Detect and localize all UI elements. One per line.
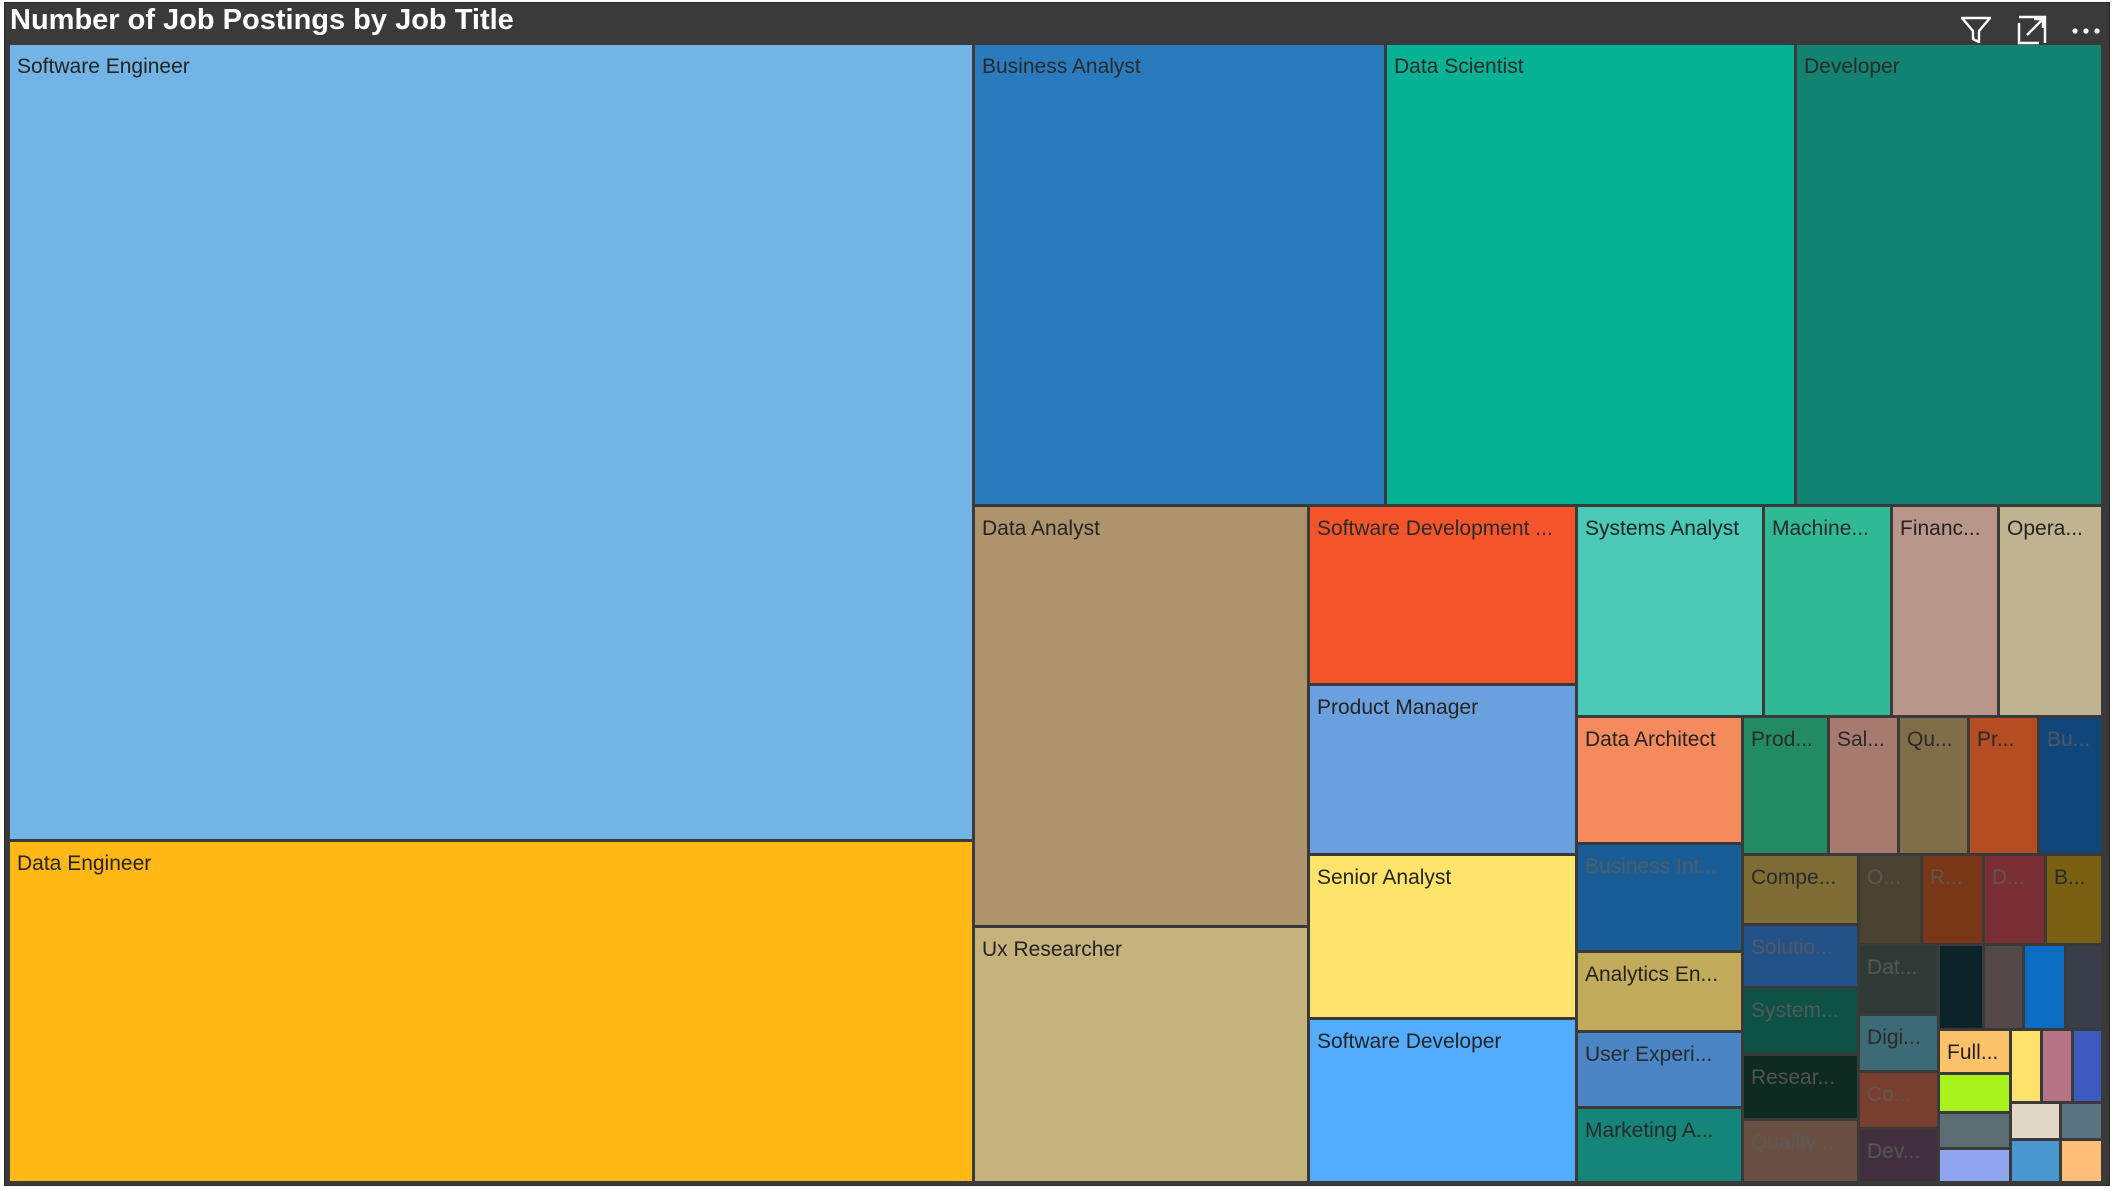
tile-systems-analyst[interactable]: Systems Analyst [1578, 507, 1765, 718]
tile-label: Data Analyst [982, 517, 1100, 540]
tile-label: Machine... [1772, 517, 1869, 540]
tile-business-analyst[interactable]: Business Analyst [975, 45, 1387, 507]
tile-label: Financ... [1900, 517, 1981, 540]
tile-senior-analyst[interactable]: Senior Analyst [1310, 856, 1578, 1020]
tile-label: Dat... [1867, 956, 1918, 979]
tile-resear[interactable]: Resear... [1744, 1056, 1860, 1121]
tile-label: Quality ... [1751, 1131, 1840, 1154]
tile-label: Qu... [1907, 728, 1953, 751]
tile-label: B... [2054, 866, 2086, 889]
tile-unlabeled-40[interactable] [2025, 946, 2067, 1031]
tile-system[interactable]: System... [1744, 989, 1860, 1056]
tile-bu[interactable]: Bu... [2040, 718, 2104, 856]
tile-unlabeled-49[interactable] [2012, 1104, 2062, 1141]
tile-unlabeled-48[interactable] [1940, 1150, 2012, 1184]
tile-label: Product Manager [1317, 696, 1479, 719]
tile-machine[interactable]: Machine... [1765, 507, 1893, 718]
tile-unlabeled-38[interactable] [1940, 946, 1985, 1031]
tile-label: Opera... [2007, 517, 2083, 540]
tile-label: Sal... [1837, 728, 1885, 751]
tile-label: Software Developer [1317, 1030, 1502, 1053]
tile-label: Data Scientist [1394, 55, 1524, 78]
tile-ux-researcher[interactable]: Ux Researcher [975, 928, 1310, 1184]
tile-co[interactable]: Co... [1860, 1073, 1940, 1130]
tile-digi[interactable]: Digi... [1860, 1016, 1940, 1073]
tile-software-development[interactable]: Software Development ... [1310, 507, 1578, 686]
tile-compe[interactable]: Compe... [1744, 856, 1860, 926]
tile-unlabeled-41[interactable] [2067, 946, 2104, 1031]
tile-label: User Experi... [1585, 1043, 1713, 1066]
tile-d[interactable]: D... [1985, 856, 2047, 946]
tile-opera[interactable]: Opera... [2000, 507, 2104, 718]
tile-dat[interactable]: Dat... [1860, 946, 1940, 1016]
tile-label: System... [1751, 999, 1839, 1022]
tile-qu[interactable]: Qu... [1900, 718, 1970, 856]
tile-label: Software Engineer [17, 55, 190, 78]
tile-label: Analytics En... [1585, 963, 1719, 986]
tile-pr[interactable]: Pr... [1970, 718, 2040, 856]
tile-prod[interactable]: Prod... [1744, 718, 1830, 856]
tile-label: Systems Analyst [1585, 517, 1740, 540]
tile-label: Marketing A... [1585, 1119, 1714, 1142]
treemap-area: Software Engineer Data Engineer Business A… [0, 0, 2114, 1190]
tile-data-analyst[interactable]: Data Analyst [975, 507, 1310, 928]
tile-data-architect[interactable]: Data Architect [1578, 718, 1744, 845]
tile-label: Ux Researcher [982, 938, 1123, 961]
tile-label: Business Analyst [982, 55, 1141, 78]
tile-business-int[interactable]: Business Int... [1578, 845, 1744, 953]
tile-unlabeled-46[interactable] [1940, 1075, 2012, 1114]
tile-label: Co... [1867, 1083, 1912, 1106]
tile-label: Full... [1947, 1041, 1999, 1064]
tile-software-developer[interactable]: Software Developer [1310, 1020, 1578, 1184]
tile-label: O... [1867, 866, 1901, 889]
tile-label: Data Engineer [17, 852, 152, 875]
tile-label: Business Int... [1585, 855, 1717, 878]
tile-unlabeled-50[interactable] [2062, 1104, 2104, 1141]
tile-label: Digi... [1867, 1026, 1921, 1049]
tile-unlabeled-47[interactable] [1940, 1114, 2012, 1150]
tile-o[interactable]: O... [1860, 856, 1923, 946]
tile-label: Pr... [1977, 728, 2015, 751]
tile-label: Bu... [2047, 728, 2091, 751]
tile-unlabeled-51[interactable] [2012, 1141, 2062, 1184]
tile-label: Data Architect [1585, 728, 1716, 751]
tile-label: Solutio... [1751, 936, 1833, 959]
tile-data-scientist[interactable]: Data Scientist [1387, 45, 1797, 507]
tile-analytics-en[interactable]: Analytics En... [1578, 953, 1744, 1033]
tile-label: Software Development ... [1317, 517, 1553, 540]
tile-label: Dev... [1867, 1140, 1921, 1163]
tile-label: R... [1930, 866, 1963, 889]
tile-label: Prod... [1751, 728, 1813, 751]
tile-sal[interactable]: Sal... [1830, 718, 1900, 856]
tile-label: D... [1992, 866, 2025, 889]
tile-data-engineer[interactable]: Data Engineer [10, 842, 975, 1184]
tile-r[interactable]: R... [1923, 856, 1985, 946]
tile-quality[interactable]: Quality ... [1744, 1121, 1860, 1184]
tile-b[interactable]: B... [2047, 856, 2104, 946]
tile-label: Compe... [1751, 866, 1837, 889]
tile-marketing-a[interactable]: Marketing A... [1578, 1109, 1744, 1184]
tile-unlabeled-43[interactable] [2012, 1031, 2043, 1104]
tile-user-experi[interactable]: User Experi... [1578, 1033, 1744, 1109]
tile-unlabeled-44[interactable] [2043, 1031, 2074, 1104]
tile-unlabeled-39[interactable] [1985, 946, 2025, 1031]
tile-dev[interactable]: Dev... [1860, 1130, 1940, 1184]
tile-product-manager[interactable]: Product Manager [1310, 686, 1578, 856]
tile-software-engineer[interactable]: Software Engineer [10, 45, 975, 842]
tile-label: Resear... [1751, 1066, 1836, 1089]
tile-developer[interactable]: Developer [1797, 45, 2104, 507]
tile-unlabeled-45[interactable] [2074, 1031, 2104, 1104]
tile-label: Developer [1804, 55, 1900, 78]
tile-label: Senior Analyst [1317, 866, 1452, 889]
tile-full[interactable]: Full... [1940, 1031, 2012, 1075]
tile-unlabeled-52[interactable] [2062, 1141, 2104, 1184]
tile-financ[interactable]: Financ... [1893, 507, 2000, 718]
tile-solutio[interactable]: Solutio... [1744, 926, 1860, 989]
